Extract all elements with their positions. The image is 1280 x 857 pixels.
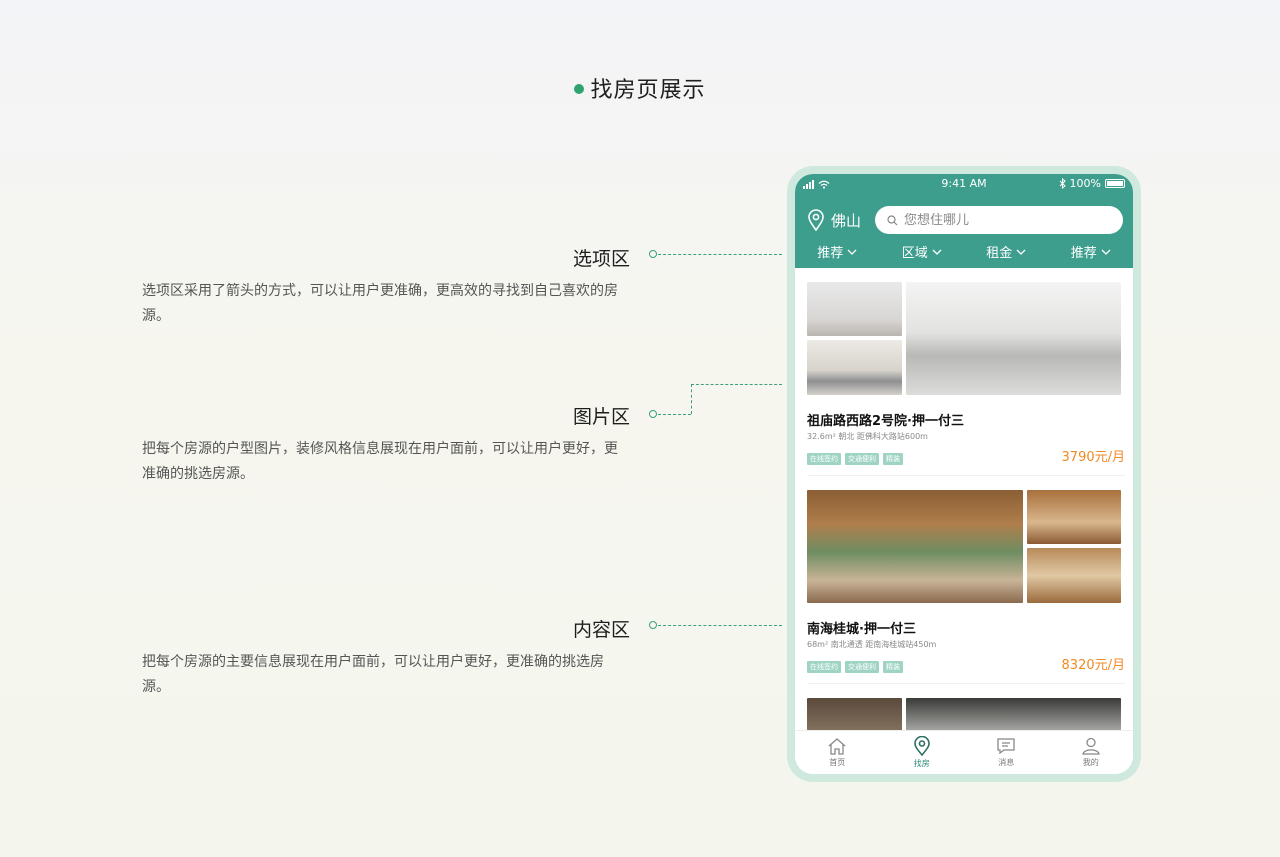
tab-label: 找房 [913, 759, 930, 768]
listing-tag: 交通便利 [845, 661, 879, 673]
room-photo[interactable] [906, 698, 1121, 730]
listing-photos [807, 490, 1125, 603]
battery-percent: 100% [1069, 177, 1101, 190]
tab-label: 消息 [998, 758, 1015, 767]
chevron-down-icon [1016, 249, 1026, 255]
filter-sort[interactable]: 推荐 [1071, 242, 1111, 261]
tab-profile[interactable]: 我的 [1066, 737, 1116, 768]
room-photo[interactable] [807, 698, 902, 730]
room-photo[interactable] [807, 490, 1023, 603]
search-box[interactable] [875, 206, 1123, 234]
section-desc: 选项区采用了箭头的方式，可以让用户更准确，更高效的寻找到自己喜欢的房源。 [142, 283, 618, 324]
phone-mockup: 9:41 AM 100% 佛山 推荐 区域 租金 推荐 [787, 166, 1141, 782]
listing-title: 南海桂城·押一付三 [807, 622, 916, 637]
listing-meta: 32.6m² 朝北 距佛科大路站600m [807, 432, 928, 441]
connector-dot-icon [649, 410, 657, 418]
filter-rent[interactable]: 租金 [986, 242, 1026, 261]
search-row: 佛山 [807, 206, 1123, 234]
tab-home[interactable]: 首页 [812, 737, 862, 768]
connector-dot-icon [649, 250, 657, 258]
section-desc: 把每个房源的户型图片，装修风格信息展现在用户面前，可以让用户更好，更准确的挑选房… [142, 441, 618, 482]
filter-area[interactable]: 区域 [902, 242, 942, 261]
room-photo[interactable] [807, 340, 902, 395]
listing-photos [807, 282, 1125, 395]
chevron-down-icon [932, 249, 942, 255]
search-input[interactable] [904, 212, 1084, 228]
listing-feed: 祖庙路西路2号院·押一付三 32.6m² 朝北 距佛科大路站600m 在线签约 … [795, 268, 1133, 730]
room-photo[interactable] [807, 282, 902, 336]
city-selector[interactable]: 佛山 [831, 210, 871, 231]
listing-title: 祖庙路西路2号院·押一付三 [807, 414, 964, 429]
section-content: 内容区 把每个房源的主要信息展现在用户面前，可以让用户更好，更准确的挑选房源。 [142, 615, 630, 700]
section-desc: 把每个房源的主要信息展现在用户面前，可以让用户更好，更准确的挑选房源。 [142, 654, 604, 695]
filter-bar: 推荐 区域 租金 推荐 [795, 242, 1133, 261]
section-options: 选项区 选项区采用了箭头的方式，可以让用户更准确，更高效的寻找到自己喜欢的房源。 [142, 244, 630, 329]
section-images: 图片区 把每个房源的户型图片，装修风格信息展现在用户面前，可以让用户更好，更准确… [142, 402, 630, 487]
status-bar: 9:41 AM 100% [795, 174, 1133, 194]
room-photo[interactable] [1027, 490, 1121, 544]
chevron-down-icon [847, 249, 857, 255]
section-heading: 图片区 [572, 406, 630, 428]
location-pin-icon [913, 736, 930, 756]
listing-tag: 交通便利 [845, 453, 879, 465]
message-icon [997, 738, 1015, 755]
tab-messages[interactable]: 消息 [981, 737, 1031, 768]
listing-tag: 精装 [883, 453, 903, 465]
listing-tag: 在线签约 [807, 661, 841, 673]
page-title: 找房页展示 [0, 72, 1280, 104]
listing-price: 3790元/月 [1061, 450, 1125, 465]
search-icon [887, 214, 898, 225]
listing-card[interactable]: 祖庙路西路2号院·押一付三 32.6m² 朝北 距佛科大路站600m 在线签约 … [807, 268, 1125, 476]
home-icon [828, 738, 846, 755]
bluetooth-icon [1059, 178, 1066, 189]
tab-find-house[interactable]: 找房 [897, 736, 947, 769]
tab-label: 我的 [1082, 758, 1099, 767]
section-heading: 选项区 [572, 248, 630, 270]
listing-photos [807, 698, 1125, 730]
section-heading: 内容区 [572, 619, 630, 641]
battery-icon [1105, 179, 1125, 188]
listing-card[interactable]: 南海桂城·押一付三 68m² 南北通透 距南海桂城站450m 在线签约 交通便利… [807, 476, 1125, 684]
tab-bar: 首页 找房 消息 我的 [795, 730, 1133, 774]
listing-tag: 精装 [883, 661, 903, 673]
location-pin-icon[interactable] [807, 209, 825, 231]
phone-screen: 9:41 AM 100% 佛山 推荐 区域 租金 推荐 [795, 174, 1133, 774]
user-icon [1081, 737, 1100, 755]
room-photo[interactable] [1027, 548, 1121, 603]
listing-meta: 68m² 南北通透 距南海桂城站450m [807, 640, 937, 649]
title-dot-icon [574, 84, 585, 94]
tab-label: 首页 [829, 758, 846, 767]
filter-recommend[interactable]: 推荐 [817, 242, 857, 261]
listing-price: 8320元/月 [1061, 658, 1125, 673]
room-photo[interactable] [906, 282, 1121, 395]
listing-card[interactable] [807, 684, 1125, 730]
listing-tag: 在线签约 [807, 453, 841, 465]
chevron-down-icon [1101, 249, 1111, 255]
connector-dot-icon [649, 621, 657, 629]
app-header: 9:41 AM 100% 佛山 推荐 区域 租金 推荐 [795, 174, 1133, 268]
